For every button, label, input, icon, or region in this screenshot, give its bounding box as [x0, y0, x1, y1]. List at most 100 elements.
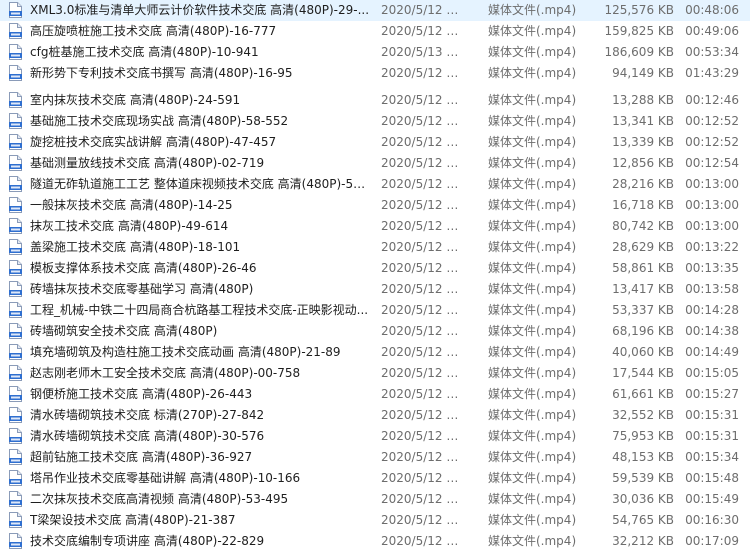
video-file-icon — [9, 260, 22, 276]
file-name: 钢便桥施工技术交底 高清(480P)-26-443 — [30, 387, 253, 401]
file-duration: 00:13:35 — [685, 261, 739, 275]
file-row[interactable]: XML3.0标准与清单大师云计价软件技术交底 高清(480P)-29-... 20… — [0, 0, 750, 21]
file-row[interactable]: 二次抹灰技术交底高清视频 高清(480P)-53-495 2020/5/12 星期… — [0, 489, 750, 510]
file-type: 媒体文件(.mp4) — [488, 345, 577, 359]
file-type: 媒体文件(.mp4) — [488, 366, 577, 380]
file-size: 58,861 KB — [612, 261, 674, 275]
file-size: 59,539 KB — [612, 471, 674, 485]
file-size: 16,718 KB — [612, 198, 674, 212]
file-size: 186,609 KB — [604, 45, 674, 59]
video-file-icon — [9, 92, 22, 108]
file-date: 2020/5/12 星期... — [381, 450, 465, 464]
video-file-icon — [9, 365, 22, 381]
file-type: 媒体文件(.mp4) — [488, 513, 577, 527]
file-duration: 00:15:48 — [685, 471, 739, 485]
file-row[interactable]: 基础施工技术交底现场实战 高清(480P)-58-552 2020/5/12 星期… — [0, 111, 750, 132]
file-row[interactable]: 盖梁施工技术交底 高清(480P)-18-101 2020/5/12 星期... 媒… — [0, 237, 750, 258]
file-date: 2020/5/12 星期... — [381, 198, 465, 212]
file-row[interactable]: 超前钻施工技术交底 高清(480P)-36-927 2020/5/12 星期...… — [0, 447, 750, 468]
file-type: 媒体文件(.mp4) — [488, 471, 577, 485]
file-size: 159,825 KB — [604, 24, 674, 38]
file-type: 媒体文件(.mp4) — [488, 24, 577, 38]
file-row[interactable]: T梁架设技术交底 高清(480P)-21-387 2020/5/12 星期... 媒… — [0, 510, 750, 531]
file-date: 2020/5/12 星期... — [381, 345, 465, 359]
file-size: 32,552 KB — [612, 408, 674, 422]
file-type: 媒体文件(.mp4) — [488, 429, 577, 443]
file-size: 61,661 KB — [612, 387, 674, 401]
file-date: 2020/5/12 星期... — [381, 66, 465, 80]
video-file-icon — [9, 344, 22, 360]
file-row[interactable]: 工程_机械-中铁二十四局商合杭路基工程技术交底-正映影视动... 2020/5/1… — [0, 300, 750, 321]
file-duration: 00:13:00 — [685, 219, 739, 233]
file-row[interactable]: 技术交底编制专项讲座 高清(480P)-22-829 2020/5/12 星期..… — [0, 531, 750, 552]
video-file-icon — [9, 449, 22, 465]
file-date: 2020/5/12 星期... — [381, 492, 465, 506]
file-size: 68,196 KB — [612, 324, 674, 338]
file-duration: 00:12:46 — [685, 93, 739, 107]
file-duration: 00:15:31 — [685, 408, 739, 422]
file-name: 砖墙砌筑安全技术交底 高清(480P) — [30, 324, 218, 338]
file-row[interactable]: 室内抹灰技术交底 高清(480P)-24-591 2020/5/12 星期... 媒… — [0, 90, 750, 111]
file-name: cfg桩基施工技术交底 高清(480P)-10-941 — [30, 45, 259, 59]
video-file-icon — [9, 65, 22, 81]
file-name: 赵志刚老师木工安全技术交底 高清(480P)-00-758 — [30, 366, 301, 380]
video-file-icon — [9, 44, 22, 60]
file-size: 75,953 KB — [612, 429, 674, 443]
video-file-icon — [9, 323, 22, 339]
video-file-icon — [9, 386, 22, 402]
file-row[interactable]: cfg桩基施工技术交底 高清(480P)-10-941 2020/5/13 星期.… — [0, 42, 750, 63]
file-name: XML3.0标准与清单大师云计价软件技术交底 高清(480P)-29-... — [30, 3, 370, 17]
file-name: 基础测量放线技术交底 高清(480P)-02-719 — [30, 156, 265, 170]
file-name: 抹灰工技术交底 高清(480P)-49-614 — [30, 219, 229, 233]
file-row[interactable]: 填充墙砌筑及构造柱施工技术交底动画 高清(480P)-21-89 2020/5/1… — [0, 342, 750, 363]
video-file-icon — [9, 281, 22, 297]
file-duration: 00:15:27 — [685, 387, 739, 401]
file-row[interactable]: 旋挖桩技术交底实战讲解 高清(480P)-47-457 2020/5/12 星期.… — [0, 132, 750, 153]
file-row[interactable]: 塔吊作业技术交底零基础讲解 高清(480P)-10-166 2020/5/12 星… — [0, 468, 750, 489]
file-row[interactable]: 钢便桥施工技术交底 高清(480P)-26-443 2020/5/12 星期...… — [0, 384, 750, 405]
video-file-icon — [9, 134, 22, 150]
file-row[interactable]: 一般抹灰技术交底 高清(480P)-14-25 2020/5/12 星期... 媒体… — [0, 195, 750, 216]
file-duration: 00:53:34 — [685, 45, 739, 59]
file-duration: 00:48:06 — [685, 3, 739, 17]
file-row[interactable]: 清水砖墙砌筑技术交底 标清(270P)-27-842 2020/5/12 星期..… — [0, 405, 750, 426]
file-size: 30,036 KB — [612, 492, 674, 506]
file-name: 隧道无砟轨道施工工艺 整体道床视频技术交底 高清(480P)-51... — [30, 177, 372, 191]
file-row[interactable]: 砖墙砌筑安全技术交底 高清(480P) 2020/5/12 星期... 媒体文件(.… — [0, 321, 750, 342]
file-row[interactable]: 新形势下专利技术交底书撰写 高清(480P)-16-95 2020/5/12 星期… — [0, 63, 750, 84]
file-type: 媒体文件(.mp4) — [488, 66, 577, 80]
file-row[interactable]: 赵志刚老师木工安全技术交底 高清(480P)-00-758 2020/5/12 星… — [0, 363, 750, 384]
file-row[interactable]: 清水砖墙砌筑技术交底 高清(480P)-30-576 2020/5/12 星期..… — [0, 426, 750, 447]
file-type: 媒体文件(.mp4) — [488, 156, 577, 170]
file-row[interactable]: 隧道无砟轨道施工工艺 整体道床视频技术交底 高清(480P)-51... 2020… — [0, 174, 750, 195]
file-size: 28,216 KB — [612, 177, 674, 191]
file-type: 媒体文件(.mp4) — [488, 303, 577, 317]
file-size: 28,629 KB — [612, 240, 674, 254]
file-duration: 01:43:29 — [685, 66, 739, 80]
file-duration: 00:13:58 — [685, 282, 739, 296]
file-name: 清水砖墙砌筑技术交底 标清(270P)-27-842 — [30, 408, 265, 422]
file-row[interactable]: 基础测量放线技术交底 高清(480P)-02-719 2020/5/12 星期..… — [0, 153, 750, 174]
video-file-icon — [9, 512, 22, 528]
file-date: 2020/5/12 星期... — [381, 387, 465, 401]
file-type: 媒体文件(.mp4) — [488, 261, 577, 275]
file-name: 旋挖桩技术交底实战讲解 高清(480P)-47-457 — [30, 135, 277, 149]
video-file-icon — [9, 113, 22, 129]
file-row[interactable]: 高压旋喷桩施工技术交底 高清(480P)-16-777 2020/5/12 星期.… — [0, 21, 750, 42]
file-row[interactable]: 砖墙抹灰技术交底零基础学习 高清(480P) 2020/5/12 星期... 媒体文… — [0, 279, 750, 300]
file-date: 2020/5/12 星期... — [381, 534, 465, 548]
file-duration: 00:14:28 — [685, 303, 739, 317]
file-row[interactable]: 抹灰工技术交底 高清(480P)-49-614 2020/5/12 星期... 媒体… — [0, 216, 750, 237]
file-size: 53,337 KB — [612, 303, 674, 317]
file-date: 2020/5/12 星期... — [381, 261, 465, 275]
file-type: 媒体文件(.mp4) — [488, 177, 577, 191]
file-row[interactable]: 模板支撑体系技术交底 高清(480P)-26-46 2020/5/12 星期...… — [0, 258, 750, 279]
file-duration: 00:13:00 — [685, 198, 739, 212]
file-duration: 00:12:54 — [685, 156, 739, 170]
file-type: 媒体文件(.mp4) — [488, 219, 577, 233]
file-date: 2020/5/12 星期... — [381, 24, 465, 38]
file-size: 13,341 KB — [612, 114, 674, 128]
file-duration: 00:15:49 — [685, 492, 739, 506]
file-duration: 00:12:52 — [685, 114, 739, 128]
file-name: 填充墙砌筑及构造柱施工技术交底动画 高清(480P)-21-89 — [30, 345, 341, 359]
